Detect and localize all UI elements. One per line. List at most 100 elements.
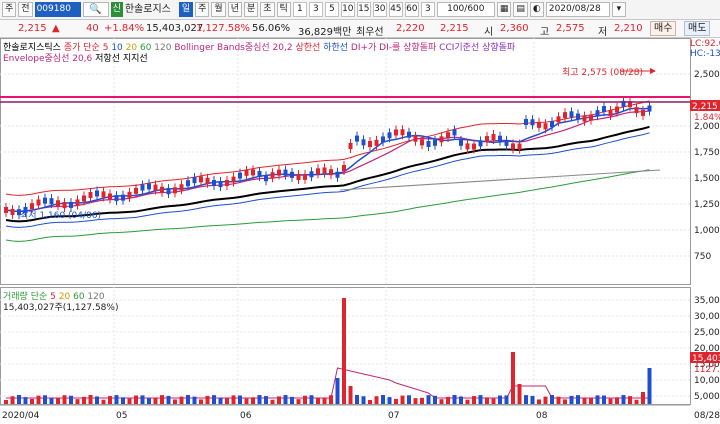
volume-bar — [134, 395, 138, 404]
chart-area[interactable]: 2,500 2,000 1,750 1,500 1,250 1,000 750 … — [0, 38, 720, 424]
volume-bar — [530, 395, 535, 404]
interval-1-button[interactable]: 1 — [292, 2, 307, 17]
candle-body — [205, 177, 210, 184]
volume-bar — [478, 395, 483, 404]
volume-bar — [75, 399, 80, 404]
period-month-button[interactable]: 월 — [211, 2, 226, 17]
volume-bar — [329, 395, 333, 404]
volume-tick: 25,000 — [694, 328, 720, 338]
reset-icon[interactable]: ◐ — [529, 2, 544, 17]
candle-body — [238, 172, 242, 179]
period-year-button[interactable]: 년 — [227, 2, 242, 17]
date-label: 06 — [240, 411, 252, 421]
tab-stock[interactable]: 주 — [2, 2, 17, 17]
candle-body — [218, 181, 223, 188]
interval-45-button[interactable]: 45 — [388, 2, 403, 17]
volume-tick: 10,000 — [694, 376, 720, 386]
candle-body — [101, 191, 106, 198]
date-label: 05 — [116, 411, 127, 421]
volume-bar — [641, 392, 645, 404]
candle-body — [43, 197, 47, 204]
candle-body — [231, 176, 236, 183]
volume-value-legend: 15,403,027주(1,127.58%) — [3, 303, 119, 313]
legend-bollinger: Bollinger Bands중심선 20,2 — [174, 43, 293, 53]
candle-body — [647, 105, 652, 112]
candle-body — [173, 187, 177, 194]
current-pct-text: 1.84% — [694, 113, 720, 123]
volume-bar — [524, 395, 528, 404]
candle-body — [608, 109, 613, 116]
volume-bar — [30, 398, 34, 404]
lock-icon[interactable]: ▤ — [513, 2, 528, 17]
period-second-button[interactable]: 초 — [260, 2, 275, 17]
interval-60-button[interactable]: 60 — [404, 2, 419, 17]
legend-support: 지지선 — [122, 54, 148, 64]
candle-body — [88, 191, 93, 198]
bar-count-input[interactable]: 100/600 — [436, 2, 495, 17]
candle-body — [277, 169, 281, 176]
volume-bar — [381, 395, 385, 404]
candle-body — [296, 174, 301, 181]
candle-body — [491, 134, 496, 141]
candle-body — [199, 176, 203, 183]
volume-bar — [316, 397, 320, 404]
volume-bar — [69, 395, 73, 404]
interval-custom-input[interactable]: 3 — [420, 2, 435, 17]
candle-body — [49, 198, 54, 205]
high-annotation: 최고 2,575 (08/28) — [562, 68, 644, 78]
chart-canvas[interactable]: 2,500 2,000 1,750 1,500 1,250 1,000 750 … — [0, 38, 720, 424]
open-price: 2,360 — [500, 23, 529, 34]
candle-body — [426, 140, 431, 147]
period-tick-button[interactable]: 틱 — [276, 2, 291, 17]
candle-body — [10, 208, 15, 215]
candle-body — [114, 195, 119, 202]
candle-body — [225, 179, 229, 186]
volume-bar — [49, 398, 54, 404]
tab-all[interactable]: 전 — [18, 2, 33, 17]
candle-body — [257, 171, 262, 178]
volume-bar — [400, 395, 405, 404]
interval-3-button[interactable]: 3 — [308, 2, 323, 17]
stock-code-input[interactable]: 009180 — [34, 2, 81, 17]
legend-ma120: 120 — [154, 43, 172, 53]
candle-body — [400, 129, 405, 136]
volume-bar — [62, 395, 67, 404]
volume-bar — [634, 399, 639, 404]
volume-bars — [4, 298, 652, 404]
candle-body — [530, 119, 535, 126]
candle-body — [381, 136, 385, 143]
interval-30-button[interactable]: 30 — [372, 2, 387, 17]
candle-body — [615, 106, 619, 113]
interval-5-button[interactable]: 5 — [324, 2, 339, 17]
buy-button[interactable]: 매수 — [650, 21, 677, 36]
candle-body — [498, 135, 502, 142]
volume-tick: 5,000 — [694, 392, 720, 402]
volume-bar — [43, 395, 47, 404]
sell-button[interactable]: 매도 — [684, 21, 711, 36]
candle-body — [75, 199, 80, 206]
volume-bar — [303, 395, 307, 404]
grid-icon[interactable]: ▦ — [496, 2, 512, 17]
volume-bar — [348, 386, 353, 404]
date-input[interactable]: 2020/08/28 — [545, 2, 610, 17]
period-week-button[interactable]: 주 — [195, 2, 210, 17]
open-label: 시 — [484, 27, 494, 38]
candle-body — [82, 195, 86, 202]
candle-body — [283, 169, 288, 176]
candle-body — [478, 140, 483, 147]
volume-bar — [212, 395, 216, 404]
candle-body — [634, 107, 639, 114]
search-icon[interactable]: 🔍 — [82, 2, 109, 17]
candle-body — [160, 186, 164, 193]
legend-bb-lower: 하한선 — [323, 43, 349, 53]
calendar-icon[interactable]: ▾ — [611, 2, 626, 17]
volume-bar — [563, 399, 567, 404]
period-minute-button[interactable]: 분 — [243, 2, 259, 17]
high-price: 2,575 — [556, 23, 585, 34]
volume-bar — [608, 398, 613, 404]
interval-15-button[interactable]: 15 — [356, 2, 371, 17]
volume-bar — [517, 384, 522, 404]
volume-bar — [88, 395, 93, 404]
period-day-button[interactable]: 일 — [178, 2, 194, 17]
interval-10-button[interactable]: 10 — [340, 2, 355, 17]
